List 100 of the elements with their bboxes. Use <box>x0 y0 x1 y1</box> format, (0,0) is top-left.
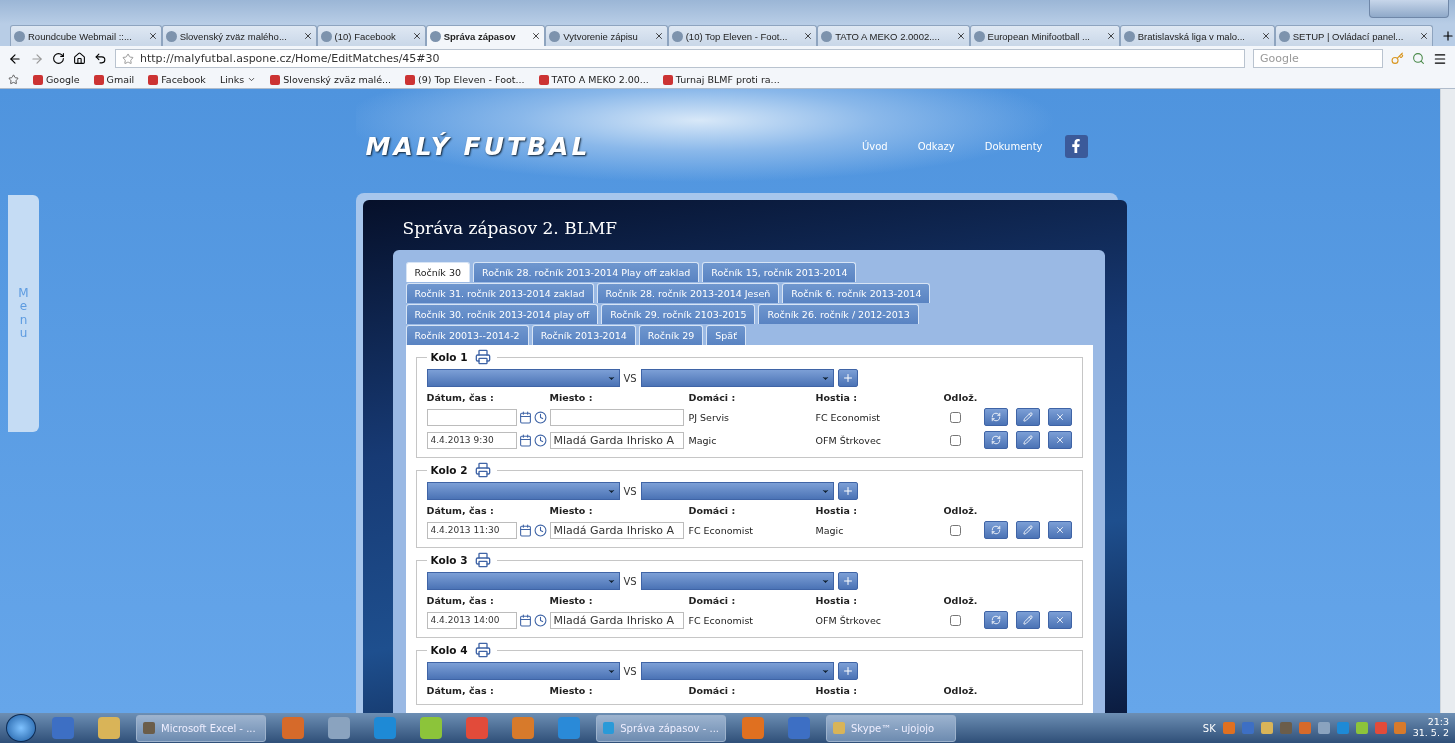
add-button[interactable] <box>837 369 858 387</box>
close-icon[interactable] <box>411 31 422 41</box>
close-icon[interactable] <box>803 31 814 41</box>
home-icon[interactable] <box>73 52 86 65</box>
close-icon[interactable] <box>147 31 158 41</box>
close-icon[interactable] <box>1105 31 1116 41</box>
close-icon[interactable] <box>302 31 313 41</box>
browser-tab[interactable]: (10) Facebook <box>316 25 426 46</box>
calendar-icon[interactable] <box>518 410 532 424</box>
column-header: Hostia : <box>815 595 858 606</box>
close-icon[interactable] <box>531 31 542 41</box>
printer-icon[interactable] <box>475 349 492 365</box>
refresh-button[interactable] <box>983 521 1008 539</box>
place-field[interactable] <box>549 408 684 426</box>
printer-icon[interactable] <box>475 462 492 478</box>
season-tab[interactable]: Ročník 30 <box>405 262 470 282</box>
bookmark-link[interactable]: Links <box>219 74 257 85</box>
edit-button[interactable] <box>1015 521 1040 539</box>
undo-icon[interactable] <box>94 52 107 65</box>
postpone-checkbox[interactable] <box>949 614 961 626</box>
delete-button[interactable] <box>1047 611 1072 629</box>
bookmark-link[interactable]: TATO A MEKO 2.00... <box>538 74 649 85</box>
bookmark-link[interactable]: Facebook <box>148 74 206 85</box>
bookmark-link[interactable]: Slovenský zväz malé... <box>270 74 392 85</box>
refresh-button[interactable] <box>983 431 1008 449</box>
language-indicator[interactable]: SK <box>1202 722 1216 734</box>
caret-icon <box>247 75 257 84</box>
refresh-icon <box>990 525 1001 535</box>
tray-icon[interactable] <box>1355 722 1368 734</box>
round-title: Kolo 4 <box>430 644 468 656</box>
close-icon[interactable] <box>1419 31 1430 41</box>
refresh-button[interactable] <box>983 408 1008 426</box>
start-button[interactable] <box>6 714 36 742</box>
delete-button[interactable] <box>1047 408 1072 426</box>
clock-icon[interactable] <box>533 433 547 447</box>
browser-tab[interactable]: TATO A MEKO 2.0002.... <box>817 25 970 46</box>
clock-icon[interactable] <box>533 410 547 424</box>
clock[interactable]: 21:3 31. 5. 2 <box>1412 717 1449 739</box>
vs-label: VS <box>623 665 637 677</box>
browser-tab[interactable]: Slovenský zväz malého... <box>161 25 317 46</box>
clock-icon[interactable] <box>533 523 547 537</box>
close-icon <box>1054 525 1065 535</box>
place-field[interactable]: Mladá Garda Ihrisko A <box>549 521 684 539</box>
printer-icon[interactable] <box>475 642 492 658</box>
browser-tab[interactable]: Roundcube Webmail ::... <box>10 25 162 46</box>
column-header: Dátum, čas : <box>426 505 495 516</box>
address-bar[interactable]: http://malyfutbal.aspone.cz/Home/EditMatches/45#30 <box>115 49 1245 68</box>
tray-icon[interactable] <box>1260 722 1273 734</box>
plus-icon <box>841 665 854 677</box>
date-field[interactable] <box>426 408 517 426</box>
search-icon[interactable] <box>1412 52 1425 65</box>
close-icon <box>1054 412 1065 422</box>
printer-icon[interactable] <box>475 552 492 568</box>
browser-tab[interactable]: Správa zápasov <box>425 25 546 46</box>
star-icon[interactable] <box>8 74 19 85</box>
postpone-checkbox[interactable] <box>949 434 961 446</box>
facebook-icon[interactable] <box>1064 134 1088 158</box>
new-tab-icon[interactable] <box>1441 29 1455 43</box>
scrollbar[interactable] <box>1440 89 1455 713</box>
close-icon[interactable] <box>955 31 966 41</box>
bookmark-link[interactable]: (9) Top Eleven - Foot... <box>405 74 525 85</box>
bookmark-link[interactable]: Gmail <box>93 74 135 85</box>
browser-tab[interactable]: Vytvorenie zápisu <box>545 25 668 46</box>
calendar-icon[interactable] <box>518 613 532 627</box>
delete-button[interactable] <box>1047 431 1072 449</box>
browser-tab[interactable]: European Minifootball ... <box>969 25 1120 46</box>
date-field[interactable]: 4.4.2013 11:30 <box>426 521 517 539</box>
favicon-icon <box>148 74 159 85</box>
refresh-button[interactable] <box>983 611 1008 629</box>
close-icon[interactable] <box>1260 31 1271 41</box>
reload-icon[interactable] <box>52 52 65 65</box>
calendar-icon[interactable] <box>518 523 532 537</box>
add-button[interactable] <box>837 662 858 680</box>
back-icon[interactable] <box>8 51 22 66</box>
calendar-icon[interactable] <box>518 433 532 447</box>
home-team: PJ Servis <box>688 411 731 423</box>
postpone-checkbox[interactable] <box>949 524 961 536</box>
add-button[interactable] <box>837 572 858 590</box>
date-field[interactable]: 4.4.2013 14:00 <box>426 611 517 629</box>
place-field[interactable]: Mladá Garda Ihrisko A <box>549 431 684 449</box>
close-icon[interactable] <box>653 31 664 41</box>
round-title: Kolo 2 <box>430 464 468 476</box>
bookmark-link[interactable]: Turnaj BLMF proti ra... <box>662 74 780 85</box>
edit-button[interactable] <box>1015 611 1040 629</box>
delete-button[interactable] <box>1047 521 1072 539</box>
browser-tab[interactable]: SETUP | Ovládací panel... <box>1274 25 1434 46</box>
favicon-icon <box>405 74 416 85</box>
star-icon[interactable] <box>122 52 134 65</box>
add-button[interactable] <box>837 482 858 500</box>
place-field[interactable]: Mladá Garda Ihrisko A <box>549 611 684 629</box>
column-header: Odlož. <box>943 595 979 606</box>
browser-tab[interactable]: (10) Top Eleven - Foot... <box>667 25 818 46</box>
bookmark-link[interactable]: Google <box>33 74 80 85</box>
postpone-checkbox[interactable] <box>949 411 961 423</box>
edit-button[interactable] <box>1015 408 1040 426</box>
edit-button[interactable] <box>1015 431 1040 449</box>
clock-icon[interactable] <box>533 613 547 627</box>
menu-icon[interactable] <box>1433 51 1447 66</box>
browser-tab[interactable]: Bratislavská liga v malo... <box>1119 25 1275 46</box>
date-field[interactable]: 4.4.2013 9:30 <box>426 431 517 449</box>
